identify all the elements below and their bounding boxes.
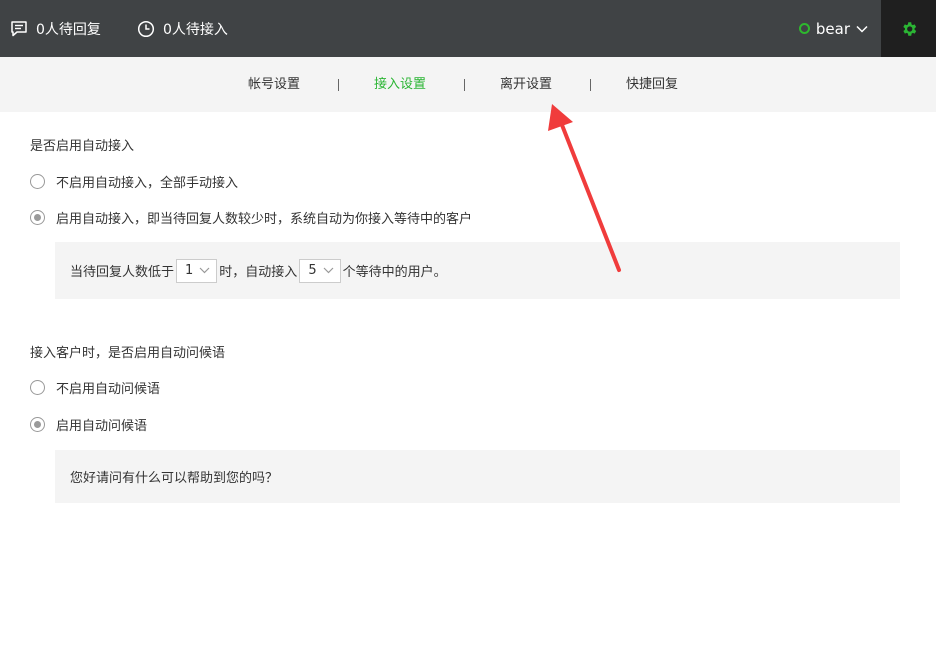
auto-access-on-label: 启用自动接入，即当待回复人数较少时，系统自动为你接入等待中的客户: [56, 212, 473, 227]
rule-middle: 时，自动接入: [219, 265, 298, 280]
count-value: 5: [308, 263, 317, 278]
greeting-title: 接入客户时，是否启用自动问候语: [30, 346, 226, 361]
gear-icon: [902, 21, 916, 36]
tab-away[interactable]: 离开设置: [500, 57, 552, 112]
radio-checked-icon[interactable]: [30, 210, 45, 225]
clock-icon: [137, 20, 155, 37]
greeting-text-panel[interactable]: 您好请问有什么可以帮助到您的吗？: [55, 450, 900, 503]
count-select[interactable]: 5: [299, 258, 341, 283]
tab-separator: [590, 79, 591, 91]
message-icon: [11, 20, 27, 36]
pending-access-label: 0人待接入: [163, 21, 228, 38]
pending-reply-label: 0人待回复: [36, 21, 101, 38]
radio-unchecked-icon[interactable]: [30, 380, 45, 395]
threshold-select[interactable]: 1: [176, 258, 218, 283]
tab-access[interactable]: 接入设置: [374, 57, 426, 112]
online-status-icon: [798, 23, 810, 34]
top-bar: 0人待回复 0人待接入 bear: [0, 0, 936, 57]
auto-access-on-option[interactable]: 启用自动接入，即当待回复人数较少时，系统自动为你接入等待中的客户: [30, 208, 472, 227]
tab-separator: [464, 79, 465, 91]
radio-unchecked-icon[interactable]: [30, 174, 45, 189]
greeting-off-option[interactable]: 不启用自动问候语: [30, 378, 160, 397]
greeting-off-label: 不启用自动问候语: [56, 382, 161, 397]
greeting-text: 您好请问有什么可以帮助到您的吗？: [70, 471, 279, 486]
rule-prefix: 当待回复人数低于: [70, 265, 175, 280]
greeting-on-label: 启用自动问候语: [56, 419, 148, 434]
user-menu[interactable]: bear: [798, 0, 868, 57]
settings-button[interactable]: [881, 0, 936, 57]
user-name: bear: [815, 19, 850, 38]
rule-suffix: 个等待中的用户。: [342, 265, 447, 280]
greeting-on-option[interactable]: 启用自动问候语: [30, 415, 147, 434]
auto-access-rule-panel: 当待回复人数低于 1 时，自动接入 5 个等待中的用户。: [55, 242, 900, 299]
tab-separator: [338, 79, 339, 91]
chevron-down-icon: [856, 25, 868, 33]
pending-reply-stat[interactable]: 0人待回复: [10, 0, 101, 57]
auto-access-off-option[interactable]: 不启用自动接入，全部手动接入: [30, 172, 238, 191]
settings-tabs: 帐号设置 接入设置 离开设置 快捷回复: [0, 57, 936, 112]
auto-access-title: 是否启用自动接入: [30, 139, 135, 154]
threshold-value: 1: [185, 263, 194, 278]
chevron-down-icon: [199, 267, 210, 274]
radio-checked-icon[interactable]: [30, 417, 45, 432]
chevron-down-icon: [323, 267, 334, 274]
auto-access-off-label: 不启用自动接入，全部手动接入: [56, 176, 239, 191]
tab-account[interactable]: 帐号设置: [248, 57, 300, 112]
pending-access-stat[interactable]: 0人待接入: [137, 0, 228, 57]
tab-quick-reply[interactable]: 快捷回复: [626, 57, 678, 112]
